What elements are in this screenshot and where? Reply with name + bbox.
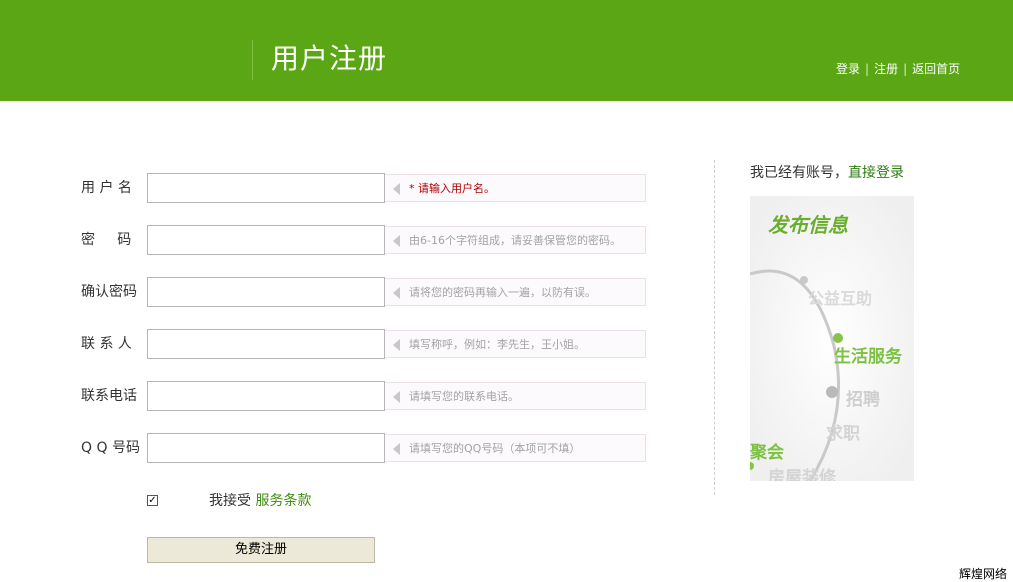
agree-text-wrap: 我接受 服务条款 (209, 493, 311, 509)
contact-input[interactable] (147, 329, 385, 359)
password-hint-text: 由6-16个字符组成，请妥善保管您的密码。 (409, 234, 621, 247)
promo-item: 招聘 (846, 389, 880, 410)
agree-text: 我接受 (209, 493, 251, 509)
confirm-password-input[interactable] (147, 277, 385, 307)
qq-hint: 请填写您的QQ号码（本项可不填） (385, 434, 646, 462)
password-label: 密 码 (81, 232, 132, 248)
header-divider (252, 40, 253, 80)
phone-hint-text: 请填写您的联系电话。 (409, 390, 519, 403)
username-input[interactable] (147, 173, 385, 203)
agree-checkbox[interactable]: ✓ (147, 495, 158, 506)
promo-item: 聚会 (750, 442, 784, 463)
nav-separator: | (865, 62, 870, 76)
username-hint-text: * 请输入用户名。 (409, 182, 495, 195)
password-hint: 由6-16个字符组成，请妥善保管您的密码。 (385, 226, 646, 254)
direct-login-link[interactable]: 直接登录 (848, 165, 904, 181)
confirm-password-hint-text: 请将您的密码再输入一遍，以防有误。 (409, 286, 596, 299)
promo-banner[interactable]: 发布信息 公益互助 生活服务 招聘 求职 聚会 房屋装修 (750, 196, 914, 481)
nav-login-link[interactable]: 登录 (836, 62, 860, 76)
register-button[interactable]: 免费注册 (147, 537, 375, 563)
hint-arrow-icon (393, 391, 400, 403)
confirm-password-label: 确认密码 (81, 284, 137, 300)
promo-graphic: 发布信息 公益互助 生活服务 招聘 求职 聚会 房屋装修 (750, 196, 914, 481)
form-row-contact: 联 系 人 填写称呼，例如：李先生，王小姐。 (0, 329, 660, 359)
hint-arrow-icon (393, 443, 400, 455)
form-row-phone: 联系电话 请填写您的联系电话。 (0, 381, 660, 411)
hint-arrow-icon (393, 287, 400, 299)
promo-item: 求职 (826, 423, 860, 444)
username-hint: * 请输入用户名。 (385, 174, 646, 202)
form-row-confirm-password: 确认密码 请将您的密码再输入一遍，以防有误。 (0, 277, 660, 307)
contact-label: 联 系 人 (81, 336, 132, 352)
footer-brand: 辉煌网络 (959, 567, 1008, 581)
promo-item: 生活服务 (834, 346, 903, 367)
password-input[interactable] (147, 225, 385, 255)
sidebar-divider (714, 160, 715, 495)
confirm-password-hint: 请将您的密码再输入一遍，以防有误。 (385, 278, 646, 306)
terms-link[interactable]: 服务条款 (255, 493, 311, 509)
form-row-username: 用 户 名 * 请输入用户名。 (0, 173, 660, 203)
hint-arrow-icon (393, 235, 400, 247)
phone-hint: 请填写您的联系电话。 (385, 382, 646, 410)
contact-hint: 填写称呼，例如：李先生，王小姐。 (385, 330, 646, 358)
qq-label: Q Q 号码 (81, 440, 140, 456)
username-label: 用 户 名 (81, 180, 132, 196)
have-account: 我已经有账号，直接登录 (750, 164, 904, 182)
hint-arrow-icon (393, 339, 400, 351)
qq-input[interactable] (147, 433, 385, 463)
phone-input[interactable] (147, 381, 385, 411)
promo-title: 发布信息 (768, 213, 849, 237)
form-row-password: 密 码 由6-16个字符组成，请妥善保管您的密码。 (0, 225, 660, 255)
phone-label: 联系电话 (81, 388, 137, 404)
have-account-text: 我已经有账号， (750, 165, 848, 181)
form-row-qq: Q Q 号码 请填写您的QQ号码（本项可不填） (0, 433, 660, 463)
nav-home-link[interactable]: 返回首页 (912, 62, 960, 76)
contact-hint-text: 填写称呼，例如：李先生，王小姐。 (409, 338, 585, 351)
nav-separator: | (903, 62, 908, 76)
page-header: 用户注册 登录 | 注册 | 返回首页 (0, 0, 1013, 101)
promo-item: 房屋装修 (768, 467, 837, 481)
qq-hint-text: 请填写您的QQ号码（本项可不填） (409, 442, 581, 455)
nav-register-link[interactable]: 注册 (874, 62, 898, 76)
page-title: 用户注册 (271, 42, 388, 75)
top-nav: 登录 | 注册 | 返回首页 (836, 61, 960, 77)
promo-item: 公益互助 (808, 289, 872, 308)
hint-arrow-icon (393, 183, 400, 195)
